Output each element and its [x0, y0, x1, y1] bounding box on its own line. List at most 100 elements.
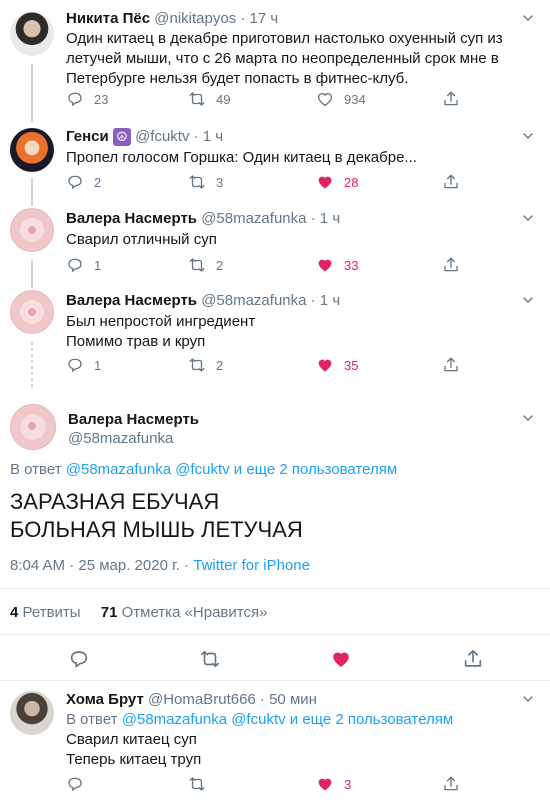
like-count: 33: [344, 257, 359, 273]
avatar[interactable]: [10, 290, 54, 334]
retweet-icon: [188, 173, 206, 191]
tweet[interactable]: Валера Насмерть @58mazafunka · 1 ч Был н…: [0, 282, 550, 382]
heart-icon: [316, 90, 334, 108]
retweet-button[interactable]: 2: [188, 356, 223, 374]
chevron-down-icon[interactable]: [520, 410, 536, 429]
retweets-label: Ретвиты: [22, 604, 81, 621]
retweet-button[interactable]: [199, 648, 221, 670]
avatar[interactable]: [10, 691, 54, 735]
retweet-button[interactable]: [188, 775, 206, 793]
author-handle[interactable]: @58mazafunka · 1 ч: [201, 210, 340, 227]
author-handle[interactable]: @HomaBrut666 · 50 мин: [148, 691, 317, 708]
share-icon: [442, 256, 460, 274]
reply-icon: [66, 173, 84, 191]
tweet-text-line: Был непростой ингредиент: [66, 313, 256, 330]
like-count: 934: [344, 91, 366, 107]
like-button[interactable]: 35: [316, 356, 358, 374]
likes-stat[interactable]: 71 Отметка «Нравится»: [101, 604, 268, 621]
like-button[interactable]: 934: [316, 90, 366, 108]
share-icon: [462, 648, 484, 670]
like-button[interactable]: 28: [316, 173, 358, 191]
retweet-icon: [188, 356, 206, 374]
share-icon: [442, 173, 460, 191]
retweet-icon: [188, 775, 206, 793]
author-name[interactable]: Валера Насмерть: [66, 210, 197, 227]
tweet[interactable]: Хома Брут @HomaBrut666 · 50 мин В ответ …: [0, 681, 550, 802]
reply-button[interactable]: 1: [66, 256, 101, 274]
reply-to-link[interactable]: @58mazafunka @fcuktv и еще 2 пользовател…: [122, 711, 453, 728]
retweet-icon: [188, 90, 206, 108]
tweet[interactable]: Никита Пёс @nikitapyos · 17 ч Один китае…: [0, 0, 550, 118]
heart-filled-icon: [316, 173, 334, 191]
heart-filled-icon: [316, 356, 334, 374]
author-name[interactable]: Хома Брут: [66, 691, 144, 708]
reply-count: 1: [94, 257, 102, 273]
author-name[interactable]: Никита Пёс: [66, 10, 150, 27]
share-button[interactable]: [442, 256, 460, 274]
chevron-down-icon[interactable]: [520, 10, 536, 29]
tweet-text-line: ЗАРАЗНАЯ ЕБУЧАЯ: [10, 489, 220, 514]
tweet-text-line: Сварил китаец суп: [66, 731, 197, 748]
reply-icon: [66, 256, 84, 274]
chevron-down-icon[interactable]: [520, 128, 536, 147]
retweet-icon: [199, 648, 221, 670]
reply-button[interactable]: [68, 648, 90, 670]
author-handle[interactable]: @nikitapyos · 17 ч: [154, 10, 278, 27]
main-tweet: Валера Насмерть @58mazafunka В ответ @58…: [0, 390, 550, 680]
share-button[interactable]: [442, 173, 460, 191]
chevron-down-icon[interactable]: [520, 210, 536, 229]
reply-icon: [66, 775, 84, 793]
author-handle[interactable]: @fcuktv · 1 ч: [135, 128, 223, 145]
tweet[interactable]: Генси ☮ @fcuktv · 1 ч Пропел голосом Гор…: [0, 118, 550, 200]
reply-count: 2: [94, 174, 102, 190]
retweet-button[interactable]: 3: [188, 173, 223, 191]
author-name[interactable]: Валера Насмерть: [68, 411, 199, 428]
tweet-text-line: БОЛЬНАЯ МЫШЬ ЛЕТУЧАЯ: [10, 517, 303, 542]
tweet-timestamp[interactable]: 8:04 AM · 25 мар. 2020 г. ·: [10, 557, 189, 574]
like-button[interactable]: [330, 648, 352, 670]
likes-count: 71: [100, 604, 118, 621]
reply-icon: [66, 356, 84, 374]
share-button[interactable]: [442, 775, 460, 793]
heart-filled-icon: [330, 648, 352, 670]
tweet-text-line: летучей мыши, что с 26 марта по неопреде…: [66, 50, 499, 67]
reply-to-link[interactable]: @58mazafunka @fcuktv и еще 2 пользовател…: [66, 461, 397, 478]
share-button[interactable]: [442, 356, 460, 374]
reply-prefix: В ответ: [66, 711, 118, 728]
share-button[interactable]: [462, 648, 484, 670]
tweet-text-line: Сварил отличный суп: [66, 231, 217, 248]
retweets-count: 4: [10, 604, 19, 621]
tweet[interactable]: Валера Насмерть @58mazafunka · 1 ч Свари…: [0, 200, 550, 282]
avatar[interactable]: [10, 12, 54, 56]
reply-button[interactable]: 2: [66, 173, 101, 191]
reply-button[interactable]: [66, 775, 84, 793]
retweet-count: 2: [216, 257, 224, 273]
like-button[interactable]: 3: [316, 775, 351, 793]
reply-icon: [66, 90, 84, 108]
avatar[interactable]: [10, 208, 54, 252]
like-count: 35: [344, 357, 359, 373]
like-button[interactable]: 33: [316, 256, 358, 274]
reply-button[interactable]: 23: [66, 90, 108, 108]
author-handle[interactable]: @58mazafunka: [68, 430, 173, 447]
retweet-button[interactable]: 49: [188, 90, 230, 108]
chevron-down-icon[interactable]: [520, 292, 536, 311]
heart-filled-icon: [316, 256, 334, 274]
retweet-count: 3: [216, 174, 224, 190]
chevron-down-icon[interactable]: [520, 691, 536, 710]
reply-count: 23: [94, 91, 109, 107]
avatar[interactable]: [10, 404, 56, 450]
retweet-button[interactable]: 2: [188, 256, 223, 274]
share-icon: [442, 90, 460, 108]
like-count: 3: [344, 776, 352, 792]
share-button[interactable]: [442, 90, 460, 108]
retweets-stat[interactable]: 4 Ретвиты: [10, 604, 85, 621]
heart-filled-icon: [316, 775, 334, 793]
reply-button[interactable]: 1: [66, 356, 101, 374]
author-name[interactable]: Валера Насмерть: [66, 292, 197, 309]
author-name[interactable]: Генси: [66, 128, 109, 145]
like-count: 28: [344, 174, 359, 190]
author-handle[interactable]: @58mazafunka · 1 ч: [201, 292, 340, 309]
avatar[interactable]: [10, 128, 54, 172]
tweet-source[interactable]: Twitter for iPhone: [193, 557, 310, 574]
